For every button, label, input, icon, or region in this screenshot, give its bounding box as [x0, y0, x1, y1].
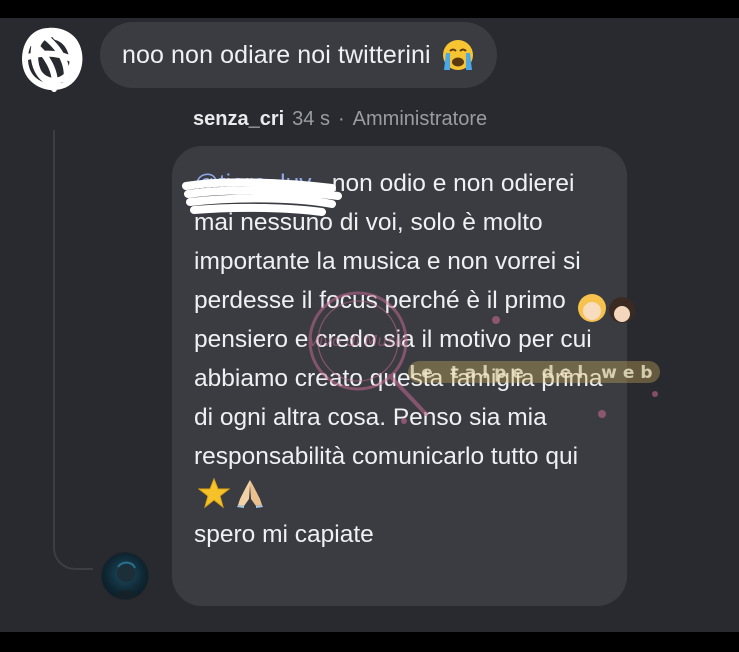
- crying-face-icon: [442, 40, 473, 70]
- star-icon: [198, 477, 230, 509]
- comment-thread: noo non odiare noi twitterini senza_cri …: [0, 18, 739, 632]
- mention-redaction: [182, 178, 342, 216]
- folded-hands-icon: [237, 480, 263, 508]
- reply-role: Amministratore: [352, 108, 488, 130]
- meta-separator: ·: [337, 108, 345, 130]
- comment-bubble[interactable]: noo non odiare noi twitterini: [100, 22, 497, 88]
- comment-text: noo non odiare noi twitterini: [122, 40, 431, 69]
- top-black-bar: [0, 0, 739, 18]
- reply-header: senza_cri 34 s · Amministratore: [193, 108, 487, 131]
- reply-time: 34 s: [292, 108, 330, 130]
- avatar-figure-icon: [112, 561, 140, 599]
- thread-connector: [53, 130, 93, 570]
- reply-username[interactable]: senza_cri: [193, 108, 284, 131]
- bottom-black-bar: [0, 632, 739, 652]
- reply-text: @tiere_luv_ non odio e non odierei mai n…: [194, 164, 604, 554]
- user-avatar[interactable]: [101, 552, 149, 600]
- scribbled-avatar: [22, 27, 83, 92]
- reply-body-end: spero mi capiate: [194, 521, 374, 548]
